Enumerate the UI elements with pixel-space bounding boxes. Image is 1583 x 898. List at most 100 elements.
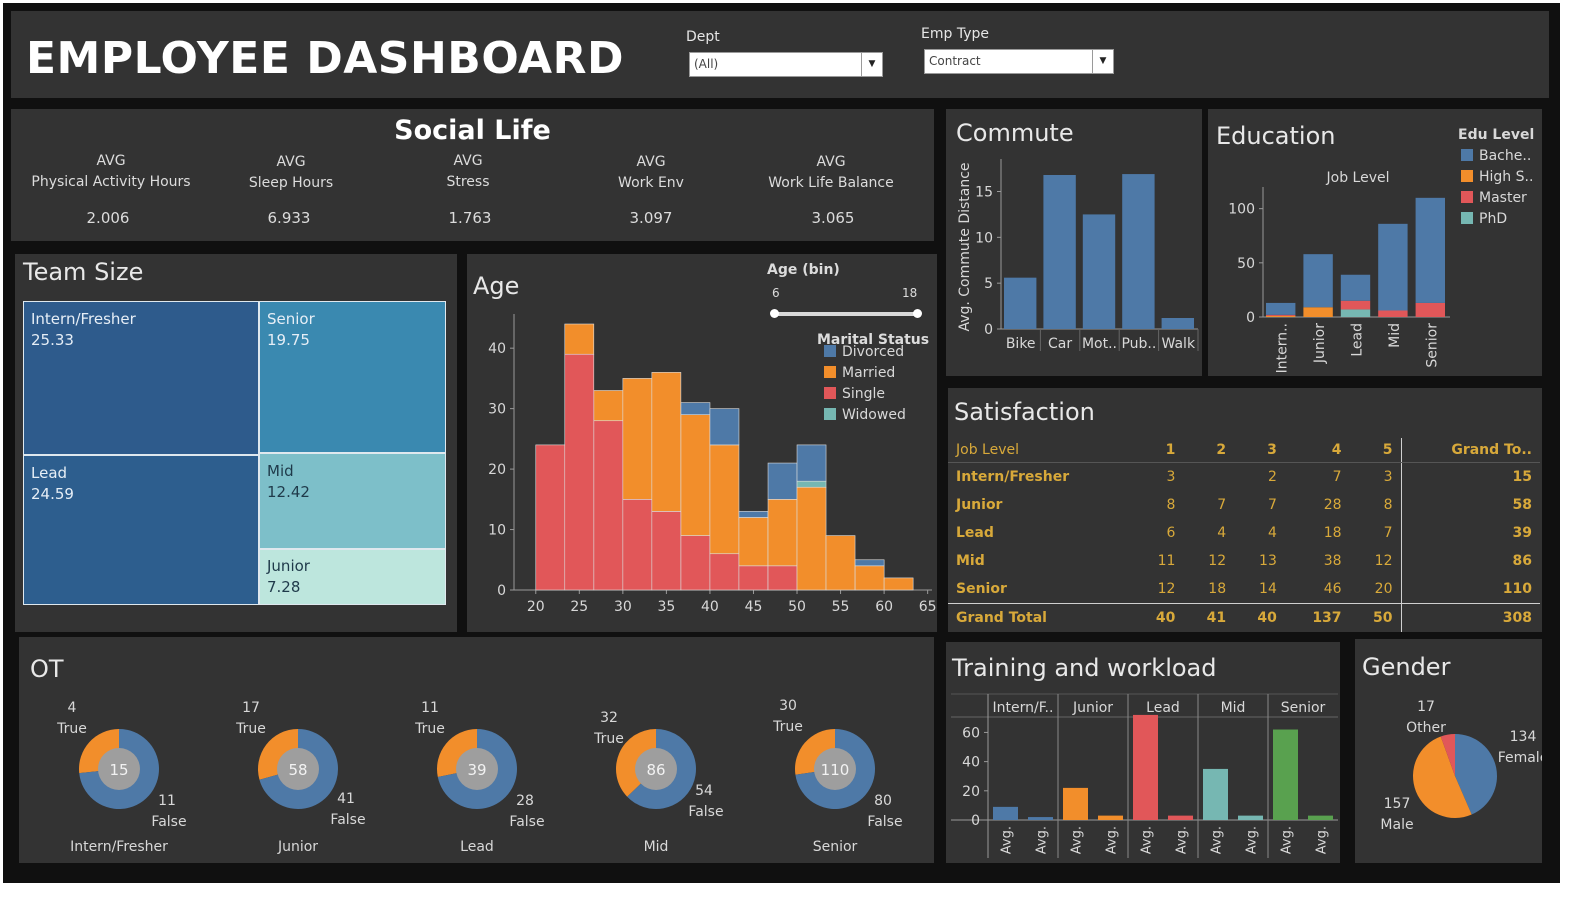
table-cell: 308 xyxy=(1400,603,1540,632)
x-tick-label: Mot.. xyxy=(1082,336,1117,352)
treemap-cell-mid[interactable]: Mid 12.42 xyxy=(259,453,446,549)
kpi-caption: AVG Work Life Balance xyxy=(736,152,926,194)
ot-total-label: 58 xyxy=(288,761,307,779)
edu-bar-segment xyxy=(1266,314,1296,316)
chart-subtitle: Job Level xyxy=(1326,170,1390,186)
chevron-down-icon[interactable]: ▼ xyxy=(1092,50,1113,73)
x-tick-label: Avg. xyxy=(1245,826,1260,854)
table-cell: 28 xyxy=(1323,497,1342,513)
table-cell: Senior xyxy=(956,581,1007,597)
edu-bar-segment xyxy=(1266,302,1296,315)
table-cell: 18 xyxy=(1323,525,1342,541)
training-bar xyxy=(1273,729,1298,820)
age-panel: Age Age (bin) 6 18 Marital Status 0 10 20 3… xyxy=(467,254,937,632)
treemap-label: Junior xyxy=(267,557,310,575)
dept-filter-label: Dept xyxy=(686,29,720,45)
age-bar-single xyxy=(738,565,769,591)
training-bar-chart: 0 20 40 60 Intern/F.. Avg. Avg. Junior Avg. Avg. L… xyxy=(951,693,1338,858)
table-cell: 4 xyxy=(1267,525,1277,541)
kpi-avg-label: AVG xyxy=(816,154,846,170)
x-tick-label: Mid xyxy=(1387,323,1403,348)
edu-bar-segment xyxy=(1340,309,1371,317)
ot-true-count: 17 xyxy=(242,700,260,716)
table-cell: 15 xyxy=(1400,462,1540,491)
edu-bar-segment xyxy=(1266,315,1296,317)
ot-true-label: True xyxy=(414,721,445,737)
training-bar xyxy=(1203,768,1228,820)
emp-type-dropdown[interactable]: Contract ▼ xyxy=(924,49,1114,74)
table-cell: 110 xyxy=(1400,575,1540,604)
kpi-label: Sleep Hours xyxy=(248,175,334,191)
y-tick-label: 10 xyxy=(975,230,993,246)
legend-label: Married xyxy=(842,365,895,381)
edu-bar-segment xyxy=(1415,197,1445,303)
age-bar-married xyxy=(651,372,682,512)
dept-dropdown-value: (All) xyxy=(694,57,719,71)
table-row: Intern/Fresher 3 2 7 3 15 xyxy=(948,462,1540,492)
kpi-value: 1.763 xyxy=(448,209,492,227)
ot-false-label: False xyxy=(151,814,186,830)
treemap-cell-intern[interactable]: Intern/Fresher 25.33 xyxy=(23,301,259,455)
x-tick-label: Avg. xyxy=(1280,826,1295,854)
table-header: 1 xyxy=(1132,438,1184,463)
education-panel: Education Job Level 0 50 100 Intern.. Junior L… xyxy=(1208,109,1542,376)
commute-bar xyxy=(1004,277,1037,329)
table-header: Job Level xyxy=(948,438,1133,463)
table-cell: 12 xyxy=(1208,553,1227,569)
age-bar-married xyxy=(883,577,914,591)
treemap-cell-junior[interactable]: Junior 7.28 xyxy=(259,549,446,605)
x-tick-label: 30 xyxy=(614,599,632,615)
table-cell: 8 xyxy=(1383,497,1393,513)
table-header: 4 xyxy=(1284,438,1350,463)
dept-dropdown[interactable]: (All) ▼ xyxy=(689,52,883,77)
age-bar-divorced xyxy=(680,402,711,415)
legend-swatch xyxy=(1461,191,1473,203)
table-header: 3 xyxy=(1234,438,1285,463)
treemap-value: 19.75 xyxy=(267,331,310,349)
education-stacked-bar-chart: Job Level 0 50 100 Intern.. Junior Lead Mid Seni… xyxy=(1228,127,1534,373)
table-cell: 12 xyxy=(1374,553,1393,569)
gender-label: Other xyxy=(1406,720,1446,736)
x-tick-label: Avg. xyxy=(1105,826,1120,854)
table-cell: 12 xyxy=(1157,581,1176,597)
table-row: Senior 12 18 14 46 20 110 xyxy=(948,575,1540,604)
table-cell: 13 xyxy=(1259,553,1277,569)
page-title: EMPLOYEE DASHBOARD xyxy=(26,33,624,84)
age-bar-single xyxy=(593,420,624,591)
group-header: Senior xyxy=(1281,700,1326,716)
legend-label: Bache.. xyxy=(1479,148,1531,164)
age-bar-married xyxy=(738,517,769,567)
ot-category-label: Senior xyxy=(813,839,858,855)
group-header: Mid xyxy=(1221,700,1246,716)
edu-bar-segment xyxy=(1303,254,1333,308)
y-tick-label: 40 xyxy=(488,341,506,357)
table-cell: Junior xyxy=(956,497,1003,513)
kpi-avg-label: AVG xyxy=(276,154,306,170)
kpi-value: 6.933 xyxy=(267,209,311,227)
age-bar-married xyxy=(767,499,798,567)
age-bar-widowed xyxy=(796,480,827,488)
table-cell: Mid xyxy=(956,553,985,569)
treemap-cell-lead[interactable]: Lead 24.59 xyxy=(23,455,259,605)
group-header: Intern/F.. xyxy=(993,700,1054,716)
treemap-label: Lead xyxy=(31,464,68,482)
gender-label: Female xyxy=(1498,750,1542,766)
training-bar xyxy=(1063,787,1088,820)
x-tick-label: 35 xyxy=(657,599,675,615)
kpi-avg-label: AVG xyxy=(636,154,666,170)
treemap-cell-senior[interactable]: Senior 19.75 xyxy=(259,301,446,453)
treemap-value: 24.59 xyxy=(31,485,74,503)
table-cell xyxy=(1183,463,1234,492)
treemap-value: 12.42 xyxy=(267,483,310,501)
ot-donut-charts: 15 4 True 11 False Intern/Fresher 58 17 True 41 Fa… xyxy=(56,698,902,855)
legend-swatch xyxy=(824,387,836,399)
treemap-value: 25.33 xyxy=(31,331,74,349)
edu-bar-segment xyxy=(1340,300,1371,310)
treemap-label: Intern/Fresher xyxy=(31,310,136,328)
legend-swatch xyxy=(824,408,836,420)
chevron-down-icon[interactable]: ▼ xyxy=(861,53,882,76)
gender-count: 17 xyxy=(1417,699,1435,715)
legend-label: Divorced xyxy=(842,344,904,360)
age-bar-divorced xyxy=(709,408,740,446)
ot-true-label: True xyxy=(235,721,266,737)
